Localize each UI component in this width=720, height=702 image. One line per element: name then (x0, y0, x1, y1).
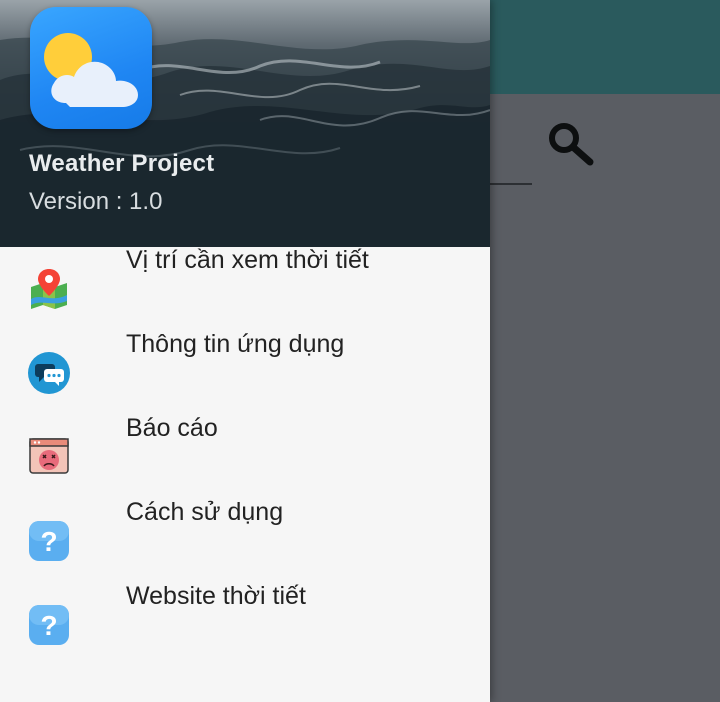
help-icon: ? (29, 605, 69, 645)
search-icon[interactable] (544, 118, 598, 172)
svg-text:?: ? (40, 526, 57, 557)
menu-item-location[interactable]: Vị trí cần xem thời tiết (0, 246, 490, 331)
menu-item-label: Thông tin ứng dụng (126, 330, 345, 358)
search-field-underline (488, 183, 532, 185)
menu-item-app-info[interactable]: Thông tin ứng dụng (0, 330, 490, 415)
app-logo-icon (30, 7, 152, 129)
chat-bubble-icon (28, 352, 70, 394)
menu-item-label: Cách sử dụng (126, 498, 284, 526)
drawer-header: Weather Project Version : 1.0 (0, 0, 490, 247)
svg-text:?: ? (40, 610, 57, 641)
menu-item-how-to-use[interactable]: ? Cách sử dụng (0, 498, 490, 583)
menu-item-label: Báo cáo (126, 414, 218, 442)
map-pin-icon (31, 269, 67, 309)
help-icon: ? (29, 521, 69, 561)
app-name: Weather Project (29, 150, 215, 177)
drawer-menu: Vị trí cần xem thời tiết Thông tin ứng d… (0, 246, 490, 667)
error-report-icon (29, 438, 69, 474)
menu-item-label: Website thời tiết (126, 582, 306, 610)
menu-item-report[interactable]: Báo cáo (0, 414, 490, 499)
menu-item-label: Vị trí cần xem thời tiết (126, 246, 369, 274)
navigation-drawer: Weather Project Version : 1.0 Vị trí cần… (0, 0, 490, 702)
app-version: Version : 1.0 (29, 188, 163, 215)
menu-item-weather-website[interactable]: ? Website thời tiết (0, 582, 490, 667)
